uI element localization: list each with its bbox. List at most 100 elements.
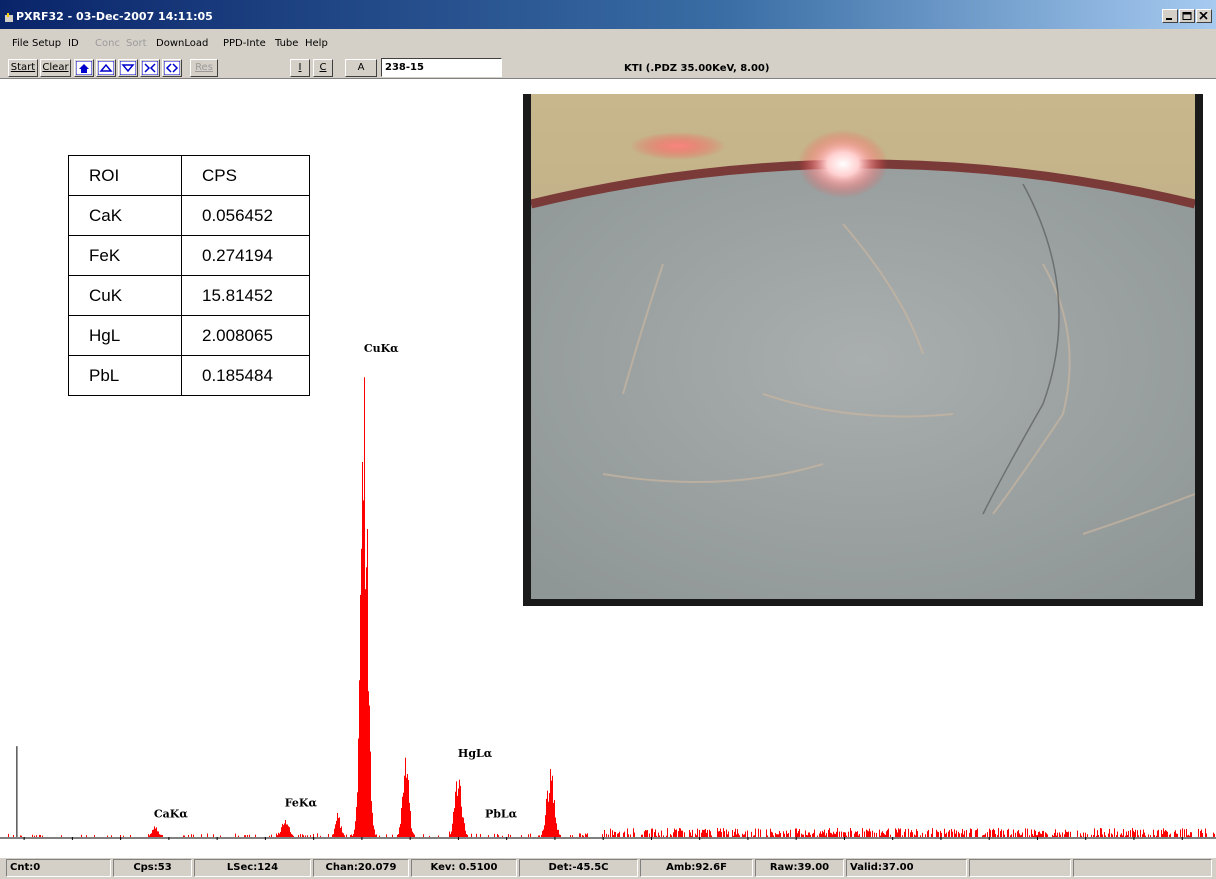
spectrum-bar <box>867 830 868 837</box>
home-icon[interactable] <box>74 59 94 77</box>
spectrum-bar <box>844 832 845 837</box>
start-button[interactable]: Start <box>8 59 38 77</box>
spectrum-bar <box>784 833 785 837</box>
spectrum-bar <box>778 834 779 837</box>
spectrum-bar <box>857 831 858 837</box>
spectrum-bar <box>374 829 375 837</box>
spectrum-bar <box>710 831 711 837</box>
spectrum-bar <box>814 829 815 837</box>
spectrum-bar <box>834 833 835 837</box>
status-amb: Amb:92.6F <box>640 859 753 877</box>
spectrum-bar <box>467 834 468 837</box>
spectrum-bar <box>1148 834 1149 837</box>
spectrum-bar <box>408 780 409 837</box>
minimize-icon[interactable] <box>1162 9 1178 23</box>
clear-button[interactable]: Clear <box>40 59 71 77</box>
spectrum-bar <box>558 829 559 837</box>
spectrum-bar <box>885 834 886 837</box>
close-icon[interactable] <box>1196 9 1212 23</box>
spectrum-bar <box>292 834 293 837</box>
spectrum-bar <box>1080 833 1081 837</box>
table-header-cps: CPS <box>181 155 310 196</box>
menu-help[interactable]: Help <box>305 38 328 49</box>
spectrum-bar <box>1022 832 1023 837</box>
menu-download[interactable]: DownLoad <box>156 38 208 49</box>
sample-id-input[interactable]: 238-15 <box>381 58 502 77</box>
spectrum-bar <box>726 829 727 837</box>
spectrum-bar <box>630 834 631 837</box>
spectrum-bar <box>201 834 202 837</box>
spectrum-bar <box>828 829 829 837</box>
spectrum-bar <box>364 377 365 837</box>
menu-setup[interactable]: Setup <box>32 38 61 49</box>
spectrum-bar <box>876 832 877 837</box>
spectrum-bar <box>1162 833 1163 837</box>
spectrum-bar <box>278 832 279 837</box>
menu-id[interactable]: ID <box>68 38 79 49</box>
toolbar: Start Clear Res I C A <box>0 57 1216 79</box>
spectrum-bar <box>1025 828 1026 837</box>
title-bar[interactable]: PXRF32 - 03-Dec-2007 14:11:05 <box>0 0 1216 29</box>
spectrum-bar <box>696 835 697 837</box>
spectrum-bar <box>351 834 352 837</box>
res-button[interactable]: Res <box>190 59 218 77</box>
scroll-down-icon[interactable] <box>118 59 138 77</box>
spectrum-bar <box>497 834 498 837</box>
spectrum-bar <box>773 835 774 837</box>
spectrum-bar <box>1187 835 1188 837</box>
spectrum-bar <box>160 834 161 837</box>
spectrum-bar <box>802 834 803 837</box>
spectrum-bar <box>946 832 947 837</box>
table-cell-roi: FeK <box>68 235 182 276</box>
spectrum-bar <box>81 834 82 837</box>
spectrum-bar <box>678 831 679 837</box>
spectrum-bar <box>705 828 706 837</box>
spectrum-bar <box>994 830 995 837</box>
spectrum-bar <box>997 835 998 837</box>
spectrum-bar <box>925 834 926 837</box>
spectrum-bar <box>805 830 806 837</box>
i-button[interactable]: I <box>290 59 310 77</box>
spectrum-bar <box>1045 832 1046 837</box>
spectrum-bar <box>162 835 163 837</box>
scroll-up-icon[interactable] <box>96 59 116 77</box>
spectrum-bar <box>290 832 291 837</box>
menu-ppd-inte[interactable]: PPD-Inte <box>223 38 266 49</box>
spectrum-bar <box>880 835 881 837</box>
spectrum-bar <box>1191 832 1192 837</box>
spectrum-bar <box>541 834 542 837</box>
zoom-in-icon[interactable] <box>140 59 160 77</box>
spectrum-bar <box>1101 828 1102 837</box>
spectrum-bar <box>883 832 884 837</box>
app-icon[interactable] <box>4 13 14 23</box>
menu-sort[interactable]: Sort <box>126 38 147 49</box>
menu-file[interactable]: File <box>12 38 29 49</box>
spectrum-bar <box>328 833 329 837</box>
menu-conc[interactable]: Conc <box>95 38 120 49</box>
spectrum-bar <box>1021 834 1022 837</box>
spectrum-bar <box>310 835 311 837</box>
spectrum-bar <box>339 817 340 837</box>
spectrum-bar <box>1114 828 1115 837</box>
menu-tube[interactable]: Tube <box>275 38 298 49</box>
table-cell-roi: CuK <box>68 275 182 316</box>
a-button[interactable]: A <box>345 59 377 77</box>
spectrum-bar <box>1202 833 1203 837</box>
spectrum-bar <box>755 828 756 837</box>
roi-table: ROI CPS CaK 0.056452 FeK 0.274194 CuK 15… <box>68 155 310 396</box>
spectrum-bar <box>790 829 791 837</box>
maximize-icon[interactable] <box>1179 9 1195 23</box>
spectrum-bar <box>344 835 345 837</box>
spectrum-bar <box>810 834 811 837</box>
zoom-out-icon[interactable] <box>162 59 182 77</box>
c-button[interactable]: C <box>313 59 333 77</box>
spectrum-bar <box>770 828 771 837</box>
spectrum-bar <box>8 833 9 837</box>
spectrum-bar <box>13 835 14 837</box>
peak-labels: CaKα FeKα CuKα HgLα PbLα <box>154 342 518 821</box>
spectrum-bar <box>727 834 728 837</box>
spectrum-bar <box>449 831 450 837</box>
spectrum-bar <box>916 829 917 837</box>
spectrum-bar <box>728 831 729 837</box>
spectrum-bar <box>1052 834 1053 837</box>
